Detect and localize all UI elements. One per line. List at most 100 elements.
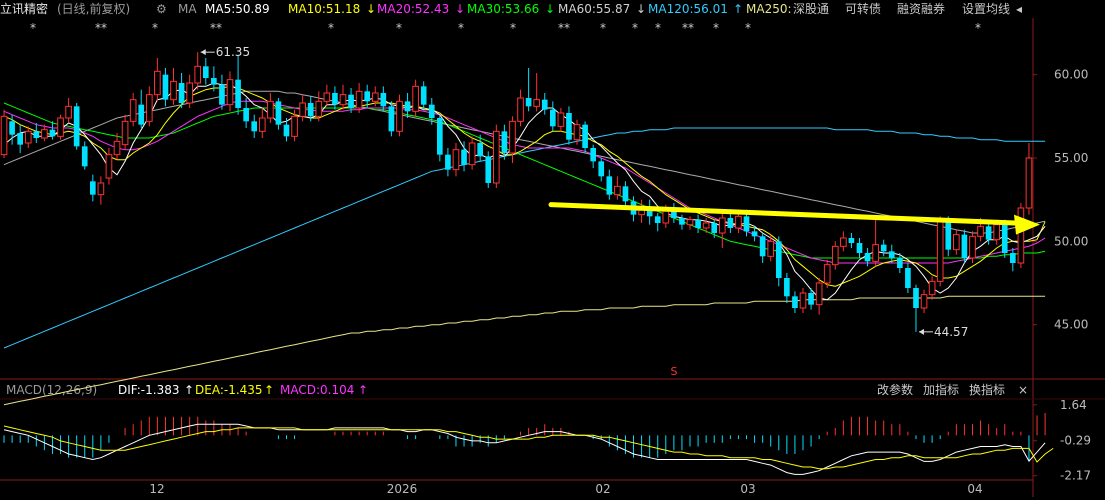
candle-body bbox=[985, 226, 992, 240]
candle bbox=[73, 103, 80, 150]
candle-body bbox=[364, 91, 371, 102]
candle-body bbox=[162, 74, 169, 100]
candle-body bbox=[840, 237, 847, 247]
candle-body bbox=[823, 264, 831, 284]
candle bbox=[323, 84, 331, 107]
candle-body bbox=[654, 216, 661, 223]
candle bbox=[920, 289, 928, 313]
candle-body bbox=[315, 100, 323, 117]
candle-body bbox=[905, 268, 911, 288]
candle-body bbox=[145, 94, 153, 122]
candle bbox=[831, 241, 839, 270]
candle bbox=[792, 291, 798, 313]
event-marker-star: * bbox=[396, 21, 402, 35]
candle bbox=[1009, 248, 1016, 272]
candle-body bbox=[452, 149, 460, 171]
candle-body bbox=[33, 131, 40, 138]
candle bbox=[129, 93, 137, 127]
candle-body bbox=[945, 221, 952, 250]
candle bbox=[461, 141, 467, 172]
candle bbox=[525, 68, 532, 112]
candle-body bbox=[718, 217, 726, 234]
candle bbox=[541, 93, 548, 115]
candle-body bbox=[468, 142, 476, 166]
candle bbox=[864, 248, 871, 267]
candle-body bbox=[186, 82, 193, 104]
candle bbox=[509, 116, 516, 163]
candle-body bbox=[461, 149, 467, 165]
event-marker-star: * bbox=[745, 21, 751, 35]
price-axis-label: 60.00 bbox=[1054, 68, 1088, 82]
trend-line bbox=[548, 202, 1018, 226]
candle bbox=[598, 158, 605, 182]
event-markers: * ** * ** * * * * ** * * * ** * * * bbox=[30, 21, 981, 35]
candle-body bbox=[404, 101, 411, 112]
event-marker-star: * bbox=[458, 21, 464, 35]
candle bbox=[815, 278, 823, 315]
candle bbox=[549, 101, 556, 132]
ma250-line bbox=[3, 295, 1046, 406]
candle-body bbox=[178, 83, 185, 103]
time-axis-label: 03 bbox=[740, 482, 755, 496]
candle bbox=[646, 199, 653, 225]
candle bbox=[622, 181, 629, 208]
candle-body bbox=[275, 101, 282, 125]
candle-body bbox=[566, 113, 572, 140]
candle bbox=[396, 94, 403, 137]
candle-body bbox=[936, 220, 944, 282]
candle bbox=[24, 126, 32, 148]
candle-body bbox=[219, 84, 225, 105]
candle-body bbox=[590, 148, 596, 162]
candle-body bbox=[267, 100, 274, 119]
candle-body bbox=[533, 99, 541, 107]
candle-body bbox=[831, 245, 839, 266]
candle bbox=[194, 52, 202, 90]
candle bbox=[590, 144, 596, 168]
candle bbox=[0, 109, 8, 158]
candle-body bbox=[49, 129, 56, 137]
candle bbox=[759, 233, 766, 263]
candle bbox=[848, 233, 855, 248]
candle bbox=[695, 214, 701, 233]
candle bbox=[775, 236, 782, 287]
candle-body bbox=[977, 225, 984, 237]
candle-body bbox=[420, 86, 427, 105]
ma5-line bbox=[3, 82, 1046, 301]
time-axis-label: 2026 bbox=[387, 482, 418, 496]
candle bbox=[1001, 219, 1008, 258]
candle bbox=[332, 86, 338, 110]
candle bbox=[355, 83, 363, 113]
candle-body bbox=[541, 99, 548, 110]
event-marker-star: ** bbox=[95, 21, 107, 35]
event-marker-star: ** bbox=[210, 21, 222, 35]
candle-body bbox=[258, 117, 266, 132]
event-marker-star: ** bbox=[682, 21, 694, 35]
candle-body bbox=[767, 240, 775, 257]
candle-body bbox=[105, 154, 113, 179]
stock-chart[interactable]: * ** * ** * * * * ** * * * ** * * * 60.0… bbox=[0, 0, 1105, 500]
time-axis-label: 04 bbox=[967, 482, 982, 496]
candle-body bbox=[0, 115, 8, 156]
sell-marker: S bbox=[671, 365, 678, 378]
candle-body bbox=[880, 244, 887, 252]
candle bbox=[275, 98, 282, 130]
price-axis-label: 45.00 bbox=[1054, 318, 1088, 332]
event-marker-star: * bbox=[328, 21, 334, 35]
candle-body bbox=[606, 176, 613, 195]
candle-body bbox=[913, 288, 919, 308]
candle-body bbox=[299, 102, 306, 117]
candle-body bbox=[695, 219, 701, 228]
candle bbox=[686, 216, 694, 230]
candle-body bbox=[920, 294, 928, 309]
candle bbox=[235, 54, 241, 115]
time-axis-label: 12 bbox=[149, 482, 164, 496]
candle bbox=[718, 213, 726, 248]
candle bbox=[872, 216, 879, 267]
candle-body bbox=[428, 104, 435, 118]
candle-body bbox=[525, 98, 532, 107]
candle-body bbox=[283, 124, 290, 137]
candle-body bbox=[492, 130, 500, 184]
ma20-line bbox=[3, 100, 1046, 264]
macd-axis-label: 1.64 bbox=[1060, 398, 1087, 412]
candle-body bbox=[129, 99, 137, 122]
